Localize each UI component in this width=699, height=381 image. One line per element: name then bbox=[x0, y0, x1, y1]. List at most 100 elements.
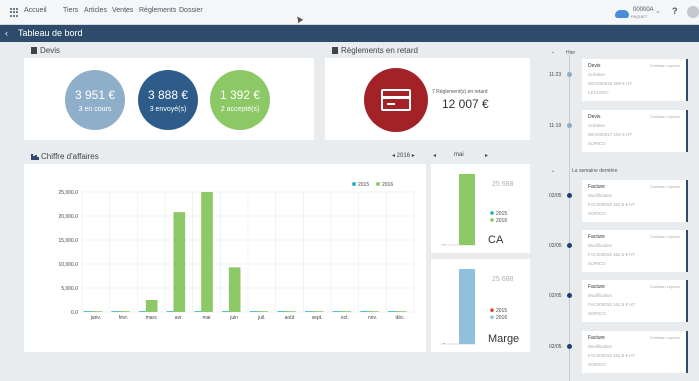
bar-2016-mai bbox=[201, 192, 213, 312]
event-client: SORICO bbox=[588, 311, 606, 316]
event-author: Christian Leprion bbox=[649, 184, 680, 189]
ca-summary-chart: 25 688 20152016 CA bbox=[441, 174, 514, 246]
event-action: Modification bbox=[588, 344, 613, 349]
event-type: Facture bbox=[588, 234, 605, 240]
event-author: Christian Leprion bbox=[649, 335, 680, 340]
event-type: Devis bbox=[588, 63, 601, 69]
summary-bar-2015 bbox=[443, 244, 445, 245]
x-tick-label: août bbox=[285, 315, 295, 321]
legend-label: 2015 bbox=[496, 211, 507, 217]
apps-grid-icon[interactable] bbox=[10, 8, 19, 17]
month-next-button[interactable]: ▸ bbox=[485, 152, 488, 159]
legend-label: 2016 bbox=[496, 315, 507, 321]
year-selector[interactable]: ◂ 2016 ▸ bbox=[392, 152, 415, 159]
event-type: Facture bbox=[588, 184, 605, 190]
bar-2016-sept. bbox=[311, 311, 324, 312]
month-prev-button[interactable]: ◂ bbox=[433, 152, 436, 159]
nav-dossier[interactable]: Dossier bbox=[179, 7, 203, 14]
timeline-card[interactable]: Facture Christian Leprion Modification FAC0… bbox=[582, 280, 688, 322]
legend-marker bbox=[376, 182, 380, 186]
event-reference: DEV000017 152 € HT bbox=[588, 132, 633, 137]
timeline-dot bbox=[567, 293, 572, 298]
document-icon bbox=[332, 47, 338, 54]
summary-label: CA bbox=[488, 234, 504, 246]
event-author: Christian Leprion bbox=[649, 63, 680, 68]
user-code[interactable]: 00000A bbox=[633, 7, 654, 13]
x-tick-label: mai bbox=[202, 315, 210, 321]
month-label: mai bbox=[454, 152, 464, 158]
event-action: Modification bbox=[588, 193, 613, 198]
legend-marker bbox=[490, 218, 494, 222]
devis-acceptes-stat[interactable]: 1 392 € 2 accepté(s) bbox=[210, 70, 270, 130]
event-reference: DEV000018 999 € HT bbox=[588, 81, 633, 86]
x-tick-label: mars bbox=[146, 315, 158, 321]
legend-marker bbox=[490, 308, 494, 312]
timeline-dot bbox=[567, 72, 572, 77]
event-action: Modification bbox=[588, 293, 613, 298]
legend-label: 2016 bbox=[382, 182, 393, 188]
x-tick-label: juin bbox=[229, 315, 238, 321]
timeline-card[interactable]: Devis Christian Leprion Création DEV000017 … bbox=[582, 110, 688, 152]
collapse-icon[interactable]: ⌄ bbox=[551, 49, 555, 55]
bar-2016-oct. bbox=[339, 311, 352, 312]
marge-summary-card: 25 688 2015 2016 Marge bbox=[431, 259, 530, 352]
event-client: SORICO bbox=[588, 211, 606, 216]
timeline-time: 02/05 bbox=[549, 193, 562, 199]
devis-en-cours-stat[interactable]: 3 951 € 3 en cours bbox=[65, 70, 125, 130]
timeline-dot bbox=[567, 344, 572, 349]
ca-chart-card: 0.0 5,000.0 10,000.0 15,000.0 20,000.0 25,000… bbox=[24, 164, 426, 352]
event-client: SORICO bbox=[588, 141, 606, 146]
timeline-card[interactable]: Facture Christian Leprion Modification FAC0… bbox=[582, 180, 688, 222]
nav-articles[interactable]: Articles bbox=[84, 7, 107, 14]
event-client: SORICO bbox=[588, 261, 606, 266]
devis-envoyes-stat[interactable]: 3 888 € 3 envoyé(s) bbox=[138, 70, 198, 130]
summary-bar-2016 bbox=[459, 174, 475, 245]
timeline-group-yesterday[interactable]: Hier bbox=[566, 50, 575, 56]
legend-marker bbox=[352, 182, 356, 186]
event-reference: FAC000018 162,5 € HT bbox=[588, 252, 636, 257]
timeline-line bbox=[569, 55, 570, 381]
nav-ventes[interactable]: Ventes bbox=[112, 7, 133, 14]
stat-amount: 1 392 € bbox=[219, 88, 261, 102]
devis-title: Devis bbox=[40, 46, 61, 55]
bar-2016-avr. bbox=[173, 212, 186, 312]
credit-card-icon bbox=[381, 89, 411, 111]
event-author: Christian Leprion bbox=[649, 114, 680, 119]
title-bar: ‹ Tableau de bord bbox=[0, 25, 699, 42]
timeline-card[interactable]: Facture Christian Leprion Modification FAC0… bbox=[582, 331, 688, 373]
avatar[interactable] bbox=[687, 6, 699, 18]
back-chevron-icon[interactable]: ‹ bbox=[5, 28, 8, 38]
timeline-card[interactable]: Devis Christian Leprion Création DEV000018 … bbox=[582, 59, 688, 101]
bar-chart-icon bbox=[31, 154, 39, 160]
page-title: Tableau de bord bbox=[18, 28, 83, 38]
timeline-group-last-week[interactable]: La semaine dernière bbox=[572, 168, 618, 174]
y-tick-label: 15,000.0 bbox=[59, 238, 79, 244]
event-action: Modification bbox=[588, 243, 613, 248]
legend-marker bbox=[490, 211, 494, 215]
bar-2016-févr. bbox=[118, 311, 130, 312]
collapse-icon[interactable]: ⌄ bbox=[551, 168, 555, 174]
event-reference: FAC000018 162,5 € HT bbox=[588, 302, 636, 307]
reglements-retard-circle[interactable] bbox=[364, 68, 428, 132]
chevron-down-icon[interactable]: ⌄ bbox=[655, 7, 661, 15]
legend-label: 2016 bbox=[496, 218, 507, 224]
ca-summary-card: 25 688 2015 2016 CA bbox=[431, 164, 530, 253]
help-button[interactable]: ? bbox=[672, 6, 678, 16]
legend-label: 2015 bbox=[496, 308, 507, 314]
event-reference: FAC000018 162,5 € HT bbox=[588, 202, 636, 207]
cloud-icon bbox=[615, 10, 629, 18]
document-icon bbox=[31, 47, 37, 54]
x-tick-label: janv. bbox=[90, 315, 101, 321]
nav-tiers[interactable]: Tiers bbox=[63, 7, 78, 14]
mouse-cursor-icon bbox=[294, 14, 304, 24]
x-tick-label: déc. bbox=[395, 315, 404, 321]
event-author: Christian Leprion bbox=[649, 234, 680, 239]
summary-bar-2016 bbox=[459, 269, 475, 344]
summary-label: Marge bbox=[488, 333, 519, 345]
event-action: Création bbox=[588, 123, 606, 128]
ca-title: Chiffre d'affaires bbox=[41, 152, 99, 161]
timeline-card[interactable]: Facture Christian Leprion Modification FAC0… bbox=[582, 230, 688, 272]
nav-home[interactable]: Accueil bbox=[24, 7, 47, 14]
reglements-title: Règlements en retard bbox=[341, 46, 418, 55]
nav-reglements[interactable]: Règlements bbox=[139, 7, 176, 14]
